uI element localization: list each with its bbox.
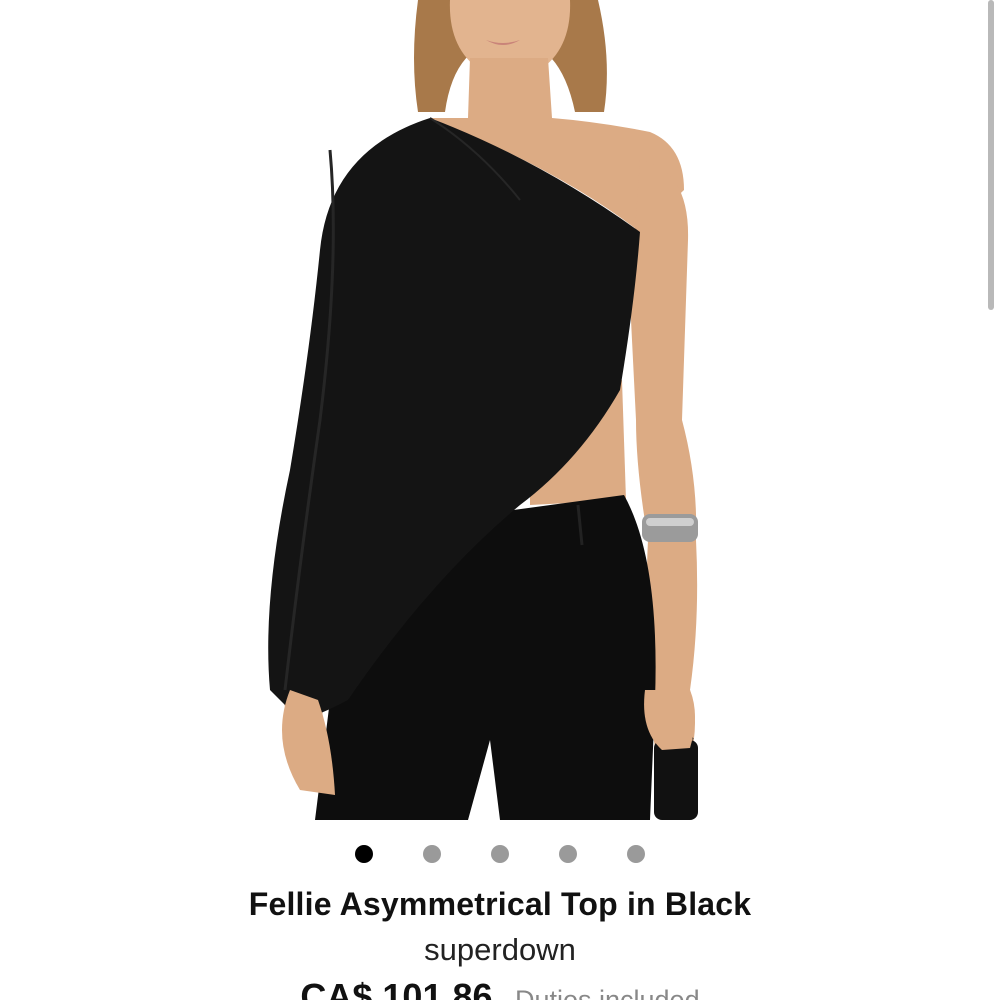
product-title: Fellie Asymmetrical Top in Black — [248, 886, 752, 922]
product-image-gallery[interactable] — [0, 0, 1000, 820]
gallery-dot-4[interactable] — [559, 845, 577, 863]
gallery-pagination — [0, 843, 1000, 865]
gallery-dot-2[interactable] — [423, 845, 441, 863]
model-handbag — [654, 740, 698, 820]
gallery-dot-5[interactable] — [627, 845, 645, 863]
gallery-dot-3[interactable] — [491, 845, 509, 863]
product-photo — [268, 0, 698, 820]
product-page: Fellie Asymmetrical Top in Black superdo… — [0, 0, 1000, 1000]
gallery-dot-1[interactable] — [355, 845, 373, 863]
duties-note: Duties included — [514, 985, 700, 1000]
page-scrollbar[interactable] — [988, 0, 994, 310]
price-row: CA$ 101.86 Duties included — [0, 976, 1000, 1000]
product-price: CA$ 101.86 — [300, 976, 493, 1000]
product-brand[interactable]: superdown — [0, 932, 1000, 968]
